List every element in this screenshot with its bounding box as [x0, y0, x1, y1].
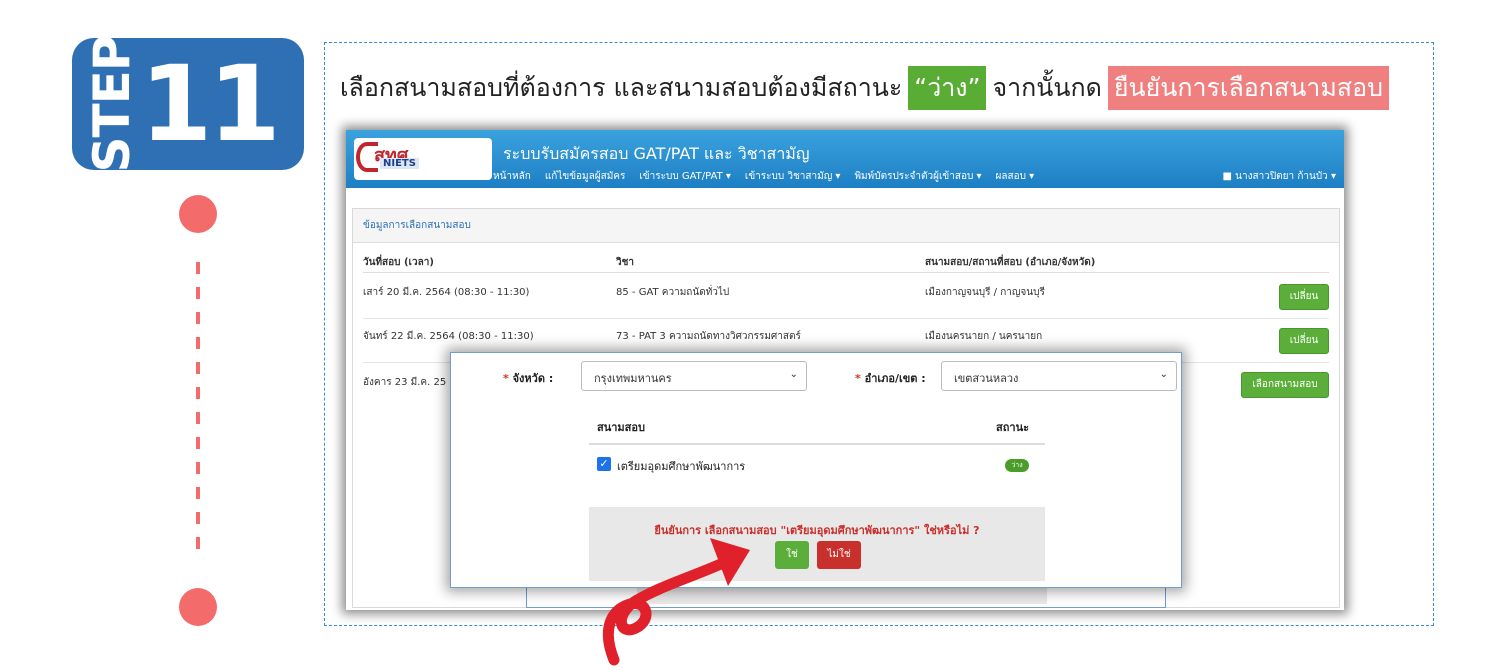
- nav-item-print-card[interactable]: พิมพ์บัตรประจำตัวผู้เข้าสอบ ▾: [854, 169, 981, 184]
- district-value: เขตสวนหลวง: [954, 372, 1019, 385]
- app-screenshot: สทศ NIETS ระบบรับสมัครสอบ GAT/PAT และ วิ…: [346, 130, 1344, 610]
- user-name: นางสาวปิตยา ก้านบัว ▾: [1235, 171, 1336, 182]
- province-value: กรุงเทพมหานคร: [594, 372, 672, 385]
- row-subject: 85 - GAT ความถนัดทั่วไป: [616, 287, 730, 298]
- nav-item-results[interactable]: ผลสอบ ▾: [996, 169, 1035, 184]
- user-icon: ■: [1222, 171, 1236, 182]
- chevron-down-icon: ⌄: [789, 369, 798, 380]
- timeline-dash: [196, 287, 200, 299]
- select-venue-button[interactable]: เลือกสนามสอบ: [1241, 372, 1329, 398]
- venue-table: สนามสอบ สถานะ ✓ เตรียมอุดมศึกษาพัฒนาการ …: [589, 405, 1045, 487]
- timeline-dash: [196, 537, 200, 549]
- row-date: อังคาร 23 มี.ค. 25: [363, 377, 447, 388]
- header-date: วันที่สอบ (เวลา): [363, 257, 434, 268]
- row-date: เสาร์ 20 มี.ค. 2564 (08:30 - 11:30): [363, 287, 530, 298]
- venue-name: เตรียมอุดมศึกษาพัฒนาการ: [617, 460, 746, 473]
- district-label-text: อำเภอ/เขต :: [864, 372, 926, 385]
- step-word: STEP: [83, 35, 141, 173]
- province-label-text: จังหวัด :: [512, 372, 554, 385]
- venue-modal: * จังหวัด : กรุงเทพมหานคร ⌄ * อำเภอ/เขต …: [450, 352, 1182, 588]
- site-title: ระบบรับสมัครสอบ GAT/PAT และ วิชาสามัญ: [503, 144, 810, 163]
- nav-item-common-subjects[interactable]: เข้าระบบ วิชาสามัญ ▾: [745, 169, 841, 184]
- navbar: สทศ NIETS ระบบรับสมัครสอบ GAT/PAT และ วิ…: [346, 130, 1344, 188]
- status-highlight: “ว่าง”: [908, 66, 987, 110]
- instruction-prefix: เลือกสนามสอบที่ต้องการ และสนามสอบต้องมีส…: [340, 73, 903, 102]
- chevron-down-icon: ⌄: [1159, 369, 1168, 380]
- timeline-dash: [196, 262, 200, 274]
- nav-item-home[interactable]: หน้าหลัก: [493, 169, 531, 184]
- timeline-dash: [196, 362, 200, 374]
- instruction-middle: จากนั้นกด: [992, 73, 1102, 102]
- venue-row[interactable]: ✓ เตรียมอุดมศึกษาพัฒนาการ ว่าง: [589, 445, 1045, 487]
- row-venue: เมืองนครนายก / นครนายก: [925, 331, 1043, 342]
- header-venue: สนามสอบ: [597, 421, 645, 434]
- action-highlight: ยืนยันการเลือกสนามสอบ: [1107, 66, 1389, 110]
- venue-checkbox[interactable]: ✓: [597, 457, 611, 471]
- nav-item-gat-pat[interactable]: เข้าระบบ GAT/PAT ▾: [639, 169, 731, 184]
- header-venue: สนามสอบ/สถานที่สอบ (อำเภอ/จังหวัด): [925, 257, 1096, 268]
- district-label: * อำเภอ/เขต :: [855, 369, 926, 387]
- timeline-dash: [196, 462, 200, 474]
- curved-arrow-icon: [602, 538, 750, 666]
- logo-sub: NIETS: [380, 158, 419, 169]
- timeline-dash: [196, 337, 200, 349]
- panel-title: ข้อมูลการเลือกสนามสอบ: [353, 209, 1339, 243]
- timeline-dash: [196, 487, 200, 499]
- province-label: * จังหวัด :: [503, 369, 553, 387]
- timeline-dot-top: [179, 195, 217, 233]
- required-mark: *: [503, 372, 509, 385]
- no-button[interactable]: ไม่ใช่: [817, 541, 861, 569]
- row-subject: 73 - PAT 3 ความถนัดทางวิศวกรรมศาสตร์: [616, 331, 801, 342]
- nav-menu: หน้าหลัก แก้ไขข้อมูลผู้สมัคร เข้าระบบ GA…: [493, 169, 1034, 184]
- district-select[interactable]: เขตสวนหลวง ⌄: [941, 361, 1177, 391]
- nav-item-edit-profile[interactable]: แก้ไขข้อมูลผู้สมัคร: [545, 169, 626, 184]
- province-select[interactable]: กรุงเทพมหานคร ⌄: [581, 361, 807, 391]
- timeline-dash: [196, 437, 200, 449]
- niets-logo[interactable]: สทศ NIETS: [354, 138, 492, 180]
- yes-button[interactable]: ใช่: [775, 541, 809, 569]
- table-header: วันที่สอบ (เวลา) วิชา สนามสอบ/สถานที่สอบ…: [363, 253, 1329, 273]
- instruction: เลือกสนามสอบที่ต้องการ และสนามสอบต้องมีส…: [340, 66, 1389, 110]
- change-button[interactable]: เปลี่ยน: [1279, 328, 1329, 354]
- required-mark: *: [855, 372, 861, 385]
- timeline-dot-bottom: [179, 588, 217, 626]
- step-number: 11: [140, 43, 281, 165]
- header-subject: วิชา: [616, 257, 635, 268]
- status-badge: ว่าง: [1005, 459, 1029, 472]
- timeline-dash: [196, 412, 200, 424]
- row-venue: เมืองกาญจนบุรี / กาญจนบุรี: [925, 287, 1045, 298]
- user-menu[interactable]: ■ นางสาวปิตยา ก้านบัว ▾: [1223, 169, 1336, 184]
- timeline-dash: [196, 312, 200, 324]
- row-date: จันทร์ 22 มี.ค. 2564 (08:30 - 11:30): [363, 331, 534, 342]
- change-button[interactable]: เปลี่ยน: [1279, 284, 1329, 310]
- venue-table-header: สนามสอบ สถานะ: [589, 405, 1045, 445]
- table-row: เสาร์ 20 มี.ค. 2564 (08:30 - 11:30) 85 -…: [363, 275, 1329, 319]
- timeline-dash: [196, 387, 200, 399]
- header-status: สถานะ: [996, 421, 1029, 434]
- timeline-dash: [196, 512, 200, 524]
